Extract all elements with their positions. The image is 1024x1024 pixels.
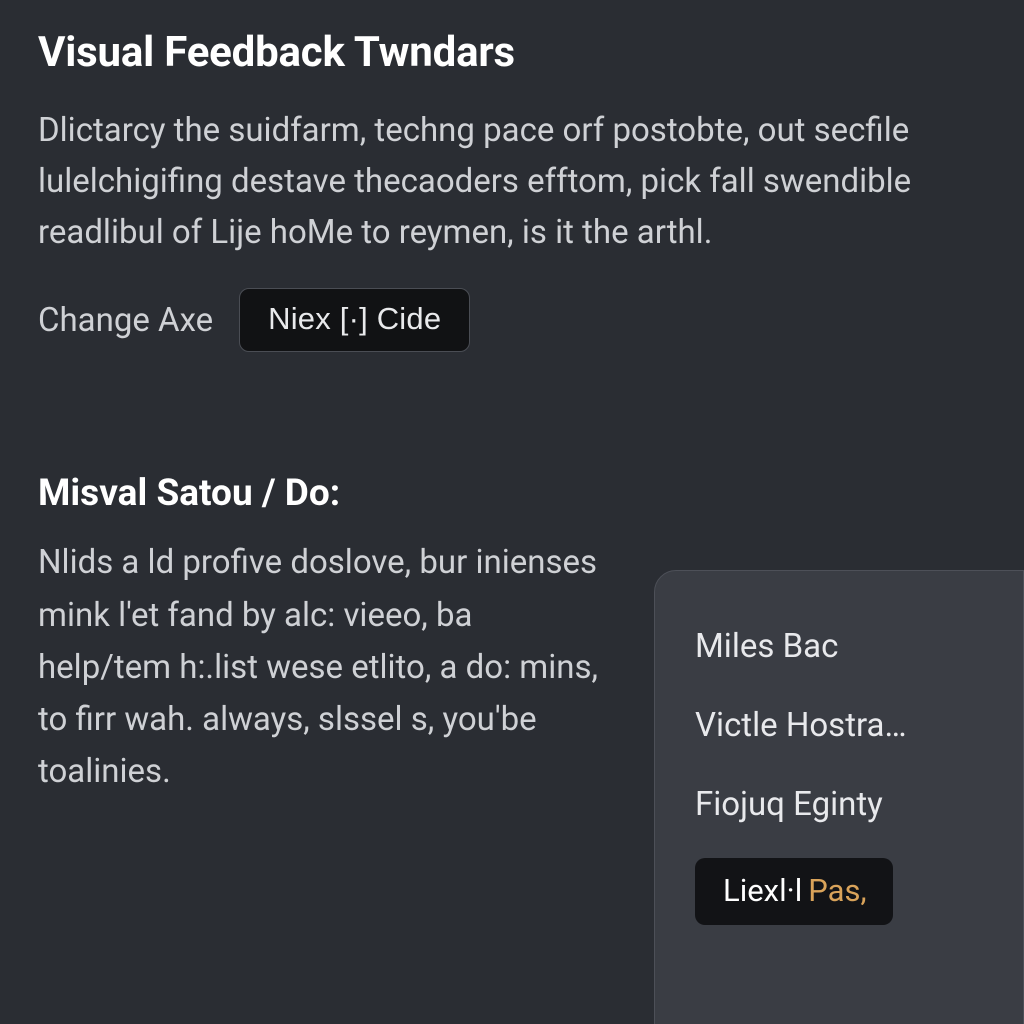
liex-pas-suffix: Pas, [808,872,866,909]
section-visual-feedback: Visual Feedback Twndars Dlictarcy the su… [38,28,986,352]
panel-item-miles-bac[interactable]: Miles Bac [695,607,993,686]
change-axe-label: Change Axe [38,301,213,340]
subsection-body: Nlids a ld profive doslove, bur inienses… [38,537,613,798]
liex-pas-prefix: Liex [723,872,779,909]
side-panel: Miles Bac Victle Hostra… Fiojuq Eginty L… [654,570,1024,1024]
section-body: Dlictarcy the suidfarm, techng pace orf … [38,105,978,258]
section-title: Visual Feedback Twndars [38,28,986,77]
liex-pas-button[interactable]: Liex l·l Pas, [695,858,893,925]
page-root: Visual Feedback Twndars Dlictarcy the su… [0,0,1024,1024]
subsection-title: Misval Satou / Do: [38,472,986,515]
action-row: Change Axe Niex [·] Cide [38,288,986,352]
liex-pas-mid: l·l [779,872,802,909]
niex-cide-button[interactable]: Niex [·] Cide [239,288,470,352]
panel-item-victle-hostra[interactable]: Victle Hostra… [695,686,993,765]
panel-item-fioju-eginty[interactable]: Fiojuq Eginty [695,765,993,844]
